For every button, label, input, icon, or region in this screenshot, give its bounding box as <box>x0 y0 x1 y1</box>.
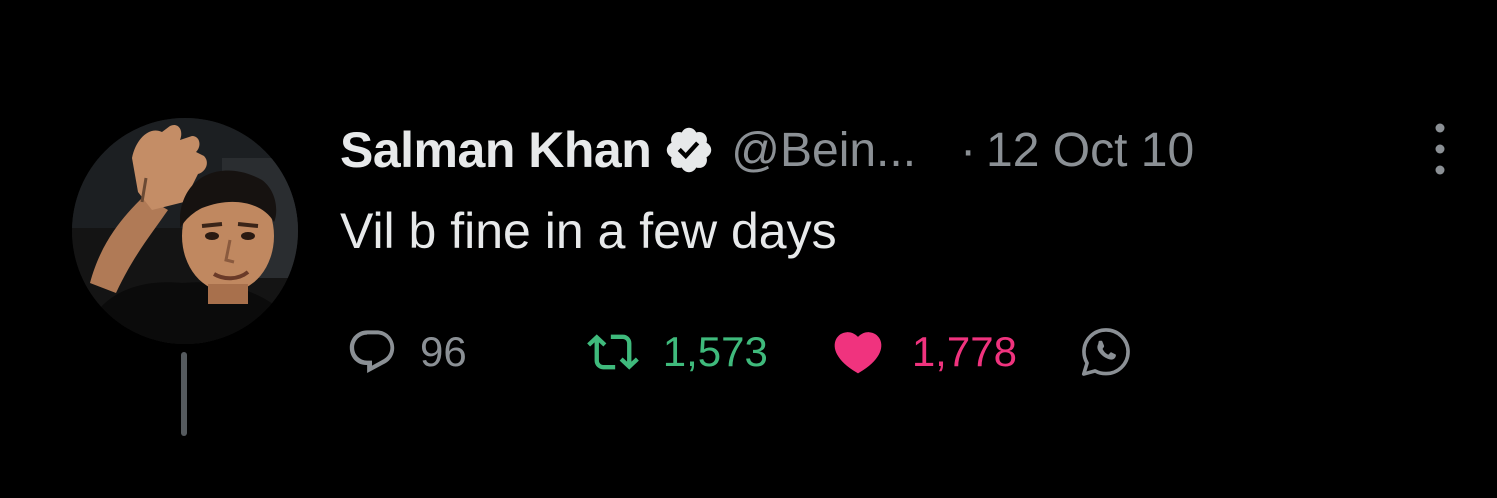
author-handle[interactable]: @Bein... <box>731 123 916 178</box>
like-button[interactable]: 1,778 <box>828 324 1017 380</box>
thread-connector-line <box>181 352 187 436</box>
more-vertical-icon[interactable] <box>1432 122 1448 176</box>
tweet-date[interactable]: 12 Oct 10 <box>986 123 1194 178</box>
tweet-card[interactable]: Salman Khan @Bein... · 12 Oct 10 Vil b f… <box>0 0 1497 498</box>
retweet-button[interactable]: 1,573 <box>583 326 768 378</box>
reply-button[interactable]: 96 <box>346 326 467 378</box>
retweet-icon <box>586 334 639 370</box>
heart-icon <box>834 332 882 374</box>
whatsapp-share-button[interactable] <box>1079 325 1133 379</box>
avatar[interactable] <box>72 118 298 344</box>
reply-bubble-icon <box>349 330 395 374</box>
profile-photo-icon <box>72 118 298 344</box>
tweet-header: Salman Khan @Bein... · 12 Oct 10 <box>340 118 1194 182</box>
tweet-actions: 96 1,573 1,778 <box>346 320 1133 384</box>
reply-count: 96 <box>420 328 467 375</box>
retweet-count: 1,573 <box>662 328 768 375</box>
like-count: 1,778 <box>911 328 1017 375</box>
whatsapp-icon <box>1081 328 1130 376</box>
header-separator: · <box>960 123 977 177</box>
author-name[interactable]: Salman Khan <box>340 121 652 179</box>
verified-badge-icon <box>667 127 712 173</box>
tweet-text: Vil b fine in a few days <box>340 203 837 259</box>
